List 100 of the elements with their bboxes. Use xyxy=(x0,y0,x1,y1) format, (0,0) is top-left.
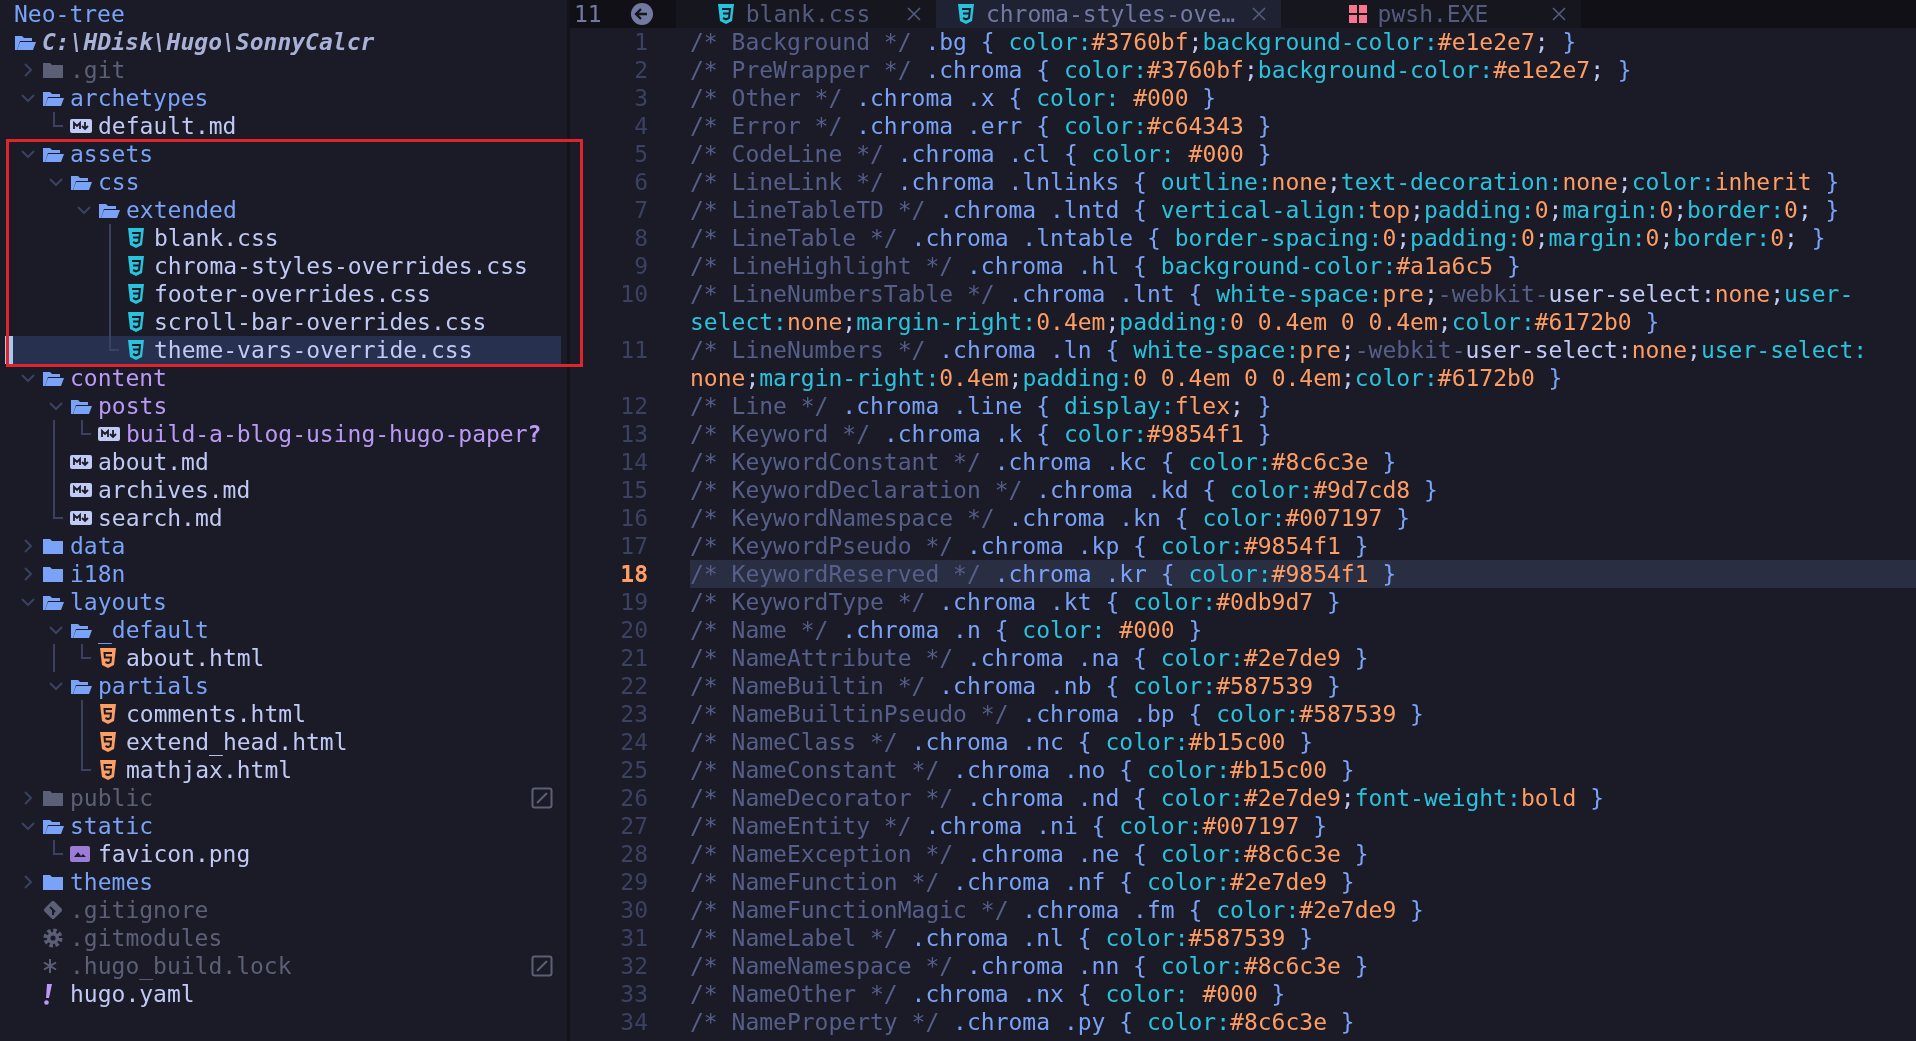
close-icon[interactable] xyxy=(1251,6,1267,22)
folder-item[interactable]: partials xyxy=(0,672,567,700)
line-number: 17 xyxy=(619,533,649,559)
folder-item[interactable]: _default xyxy=(0,616,567,644)
gear-icon xyxy=(42,927,64,949)
code-line: select:none;margin-right:0.4em;padding:0 0.4em 0 0.4em;color:#6172b0 } xyxy=(690,308,1661,336)
code-line: /* KeywordPseudo */ .chroma .kp { color:#9854f1 } xyxy=(690,532,1370,560)
line-number: 18 xyxy=(619,561,649,587)
folder-item[interactable]: static xyxy=(0,812,567,840)
folder-item[interactable]: posts xyxy=(0,392,567,420)
folder-item[interactable]: archetypes xyxy=(0,84,567,112)
close-icon[interactable] xyxy=(906,6,922,22)
folder-item[interactable]: data xyxy=(0,532,567,560)
code-line: /* LineNumbersTable */ .chroma .lnt { white-space:pre;-webkit-user-select:none;user- xyxy=(690,280,1855,308)
folder-item[interactable]: css xyxy=(0,168,567,196)
file-item[interactable]: default.md xyxy=(0,112,567,140)
line-number: 30 xyxy=(619,897,649,923)
tab[interactable]: chroma-styles-ove… xyxy=(936,0,1281,28)
code-line: /* Other */ .chroma .x { color: #000 } xyxy=(690,84,1218,112)
file-item[interactable]: footer-overrides.css xyxy=(0,280,567,308)
line-number: 28 xyxy=(619,841,649,867)
file-item[interactable]: about.md xyxy=(0,448,567,476)
line-number: 15 xyxy=(619,477,649,503)
four-squares-icon xyxy=(1347,4,1368,24)
html-shield-icon xyxy=(98,759,118,781)
markdown-icon xyxy=(70,118,92,134)
code-line: /* NameDecorator */ .chroma .nd { color:#2e7de9;font-weight:bold } xyxy=(690,784,1605,812)
line-number: 26 xyxy=(619,785,649,811)
html-shield-icon xyxy=(98,731,118,753)
code-line: /* NameFunction */ .chroma .nf { color:#2e7de9 } xyxy=(690,868,1356,896)
file-item[interactable]: about.html xyxy=(0,644,567,672)
folder-open-icon xyxy=(70,621,92,639)
code-line: /* NameProperty */ .chroma .py { color:#8c6c3e } xyxy=(690,1008,1356,1036)
file-item[interactable]: comments.html xyxy=(0,700,567,728)
image-file-icon xyxy=(70,845,90,863)
folder-icon xyxy=(42,537,64,555)
folder-item[interactable]: themes xyxy=(0,868,567,896)
folder-open-icon xyxy=(42,89,64,107)
file-item[interactable]: extend_head.html xyxy=(0,728,567,756)
folder-item[interactable]: content xyxy=(0,364,567,392)
css-shield-icon xyxy=(955,3,976,25)
markdown-icon xyxy=(70,454,92,470)
code-line: /* NameAttribute */ .chroma .na { color:#2e7de9 } xyxy=(690,644,1370,672)
folder-item[interactable]: extended xyxy=(0,196,567,224)
file-item[interactable]: hugo.yaml xyxy=(0,980,567,1008)
line-number: 20 xyxy=(619,617,649,643)
line-number: 31 xyxy=(619,925,649,951)
file-item[interactable]: favicon.png xyxy=(0,840,567,868)
code-line: /* KeywordDeclaration */ .chroma .kd { color:#9d7cd8 } xyxy=(690,476,1439,504)
code-line: /* NameBuiltin */ .chroma .nb { color:#587539 } xyxy=(690,672,1342,700)
root-path: C:\HDisk\Hugo\SonnyCalcr xyxy=(42,29,375,55)
line-number: 22 xyxy=(619,673,649,699)
code-line: /* NameException */ .chroma .ne { color:#8c6c3e } xyxy=(690,840,1370,868)
file-item[interactable]: search.md xyxy=(0,504,567,532)
code-line: none;margin-right:0.4em;padding:0 0.4em 0 0.4em;color:#6172b0 } xyxy=(690,364,1564,392)
code-line: /* NameLabel */ .chroma .nl { color:#587539 } xyxy=(690,924,1315,952)
code-line: /* CodeLine */ .chroma .cl { color: #000 } xyxy=(690,140,1273,168)
line-number: 34 xyxy=(619,1009,649,1035)
file-item[interactable]: chroma-styles-overrides.css xyxy=(0,252,567,280)
folder-icon xyxy=(42,565,64,583)
folder-open-icon xyxy=(70,677,92,695)
css-shield-icon xyxy=(126,339,146,361)
line-number: 33 xyxy=(619,981,649,1007)
line-number: 13 xyxy=(619,421,649,447)
exclamation-icon xyxy=(42,982,54,1006)
code-line: /* LineLink */ .chroma .lnlinks { outline:none;text-decoration:none;color:inherit } xyxy=(690,168,1841,196)
file-item[interactable]: build-a-blog-using-hugo-paper? xyxy=(0,420,567,448)
line-number: 4 xyxy=(633,113,649,139)
line-number: 11 xyxy=(619,337,649,363)
code-line: /* Error */ .chroma .err { color:#c64343 } xyxy=(690,112,1273,140)
code-line: /* NameNamespace */ .chroma .nn { color:#8c6c3e } xyxy=(690,952,1370,980)
line-number: 16 xyxy=(619,505,649,531)
folder-item[interactable]: i18n xyxy=(0,560,567,588)
code-line: /* NameFunctionMagic */ .chroma .fm { color:#2e7de9 } xyxy=(690,896,1425,924)
file-item[interactable]: mathjax.html xyxy=(0,756,567,784)
file-item[interactable]: archives.md xyxy=(0,476,567,504)
folder-open-icon xyxy=(42,145,64,163)
line-number: 7 xyxy=(633,197,649,223)
line-number: 21 xyxy=(619,645,649,671)
markdown-icon xyxy=(70,482,92,498)
html-shield-icon xyxy=(98,703,118,725)
close-icon[interactable] xyxy=(1551,6,1567,22)
line-number: 2 xyxy=(633,57,649,83)
line-number: 12 xyxy=(619,393,649,419)
file-item[interactable]: blank.css xyxy=(0,224,567,252)
code-line: /* NameConstant */ .chroma .no { color:#b15c00 } xyxy=(690,756,1356,784)
markdown-icon xyxy=(98,426,120,442)
css-shield-icon xyxy=(715,3,736,25)
code-line: /* LineNumbers */ .chroma .ln { white-space:pre;-webkit-user-select:none;user-select: xyxy=(690,336,1869,364)
code-line: /* Name */ .chroma .n { color: #000 } xyxy=(690,616,1204,644)
code-line: /* LineTable */ .chroma .lntable { border-spacing:0;padding:0;margin:0;border:0; } xyxy=(690,224,1827,252)
folder-item[interactable]: assets xyxy=(0,140,567,168)
file-item[interactable]: scroll-bar-overrides.css xyxy=(0,308,567,336)
folder-open-icon xyxy=(98,201,120,219)
folder-open-icon xyxy=(14,33,36,51)
line-number: 32 xyxy=(619,953,649,979)
folder-item[interactable]: layouts xyxy=(0,588,567,616)
css-shield-icon xyxy=(126,255,146,277)
css-shield-icon xyxy=(126,227,146,249)
line-number: 25 xyxy=(619,757,649,783)
